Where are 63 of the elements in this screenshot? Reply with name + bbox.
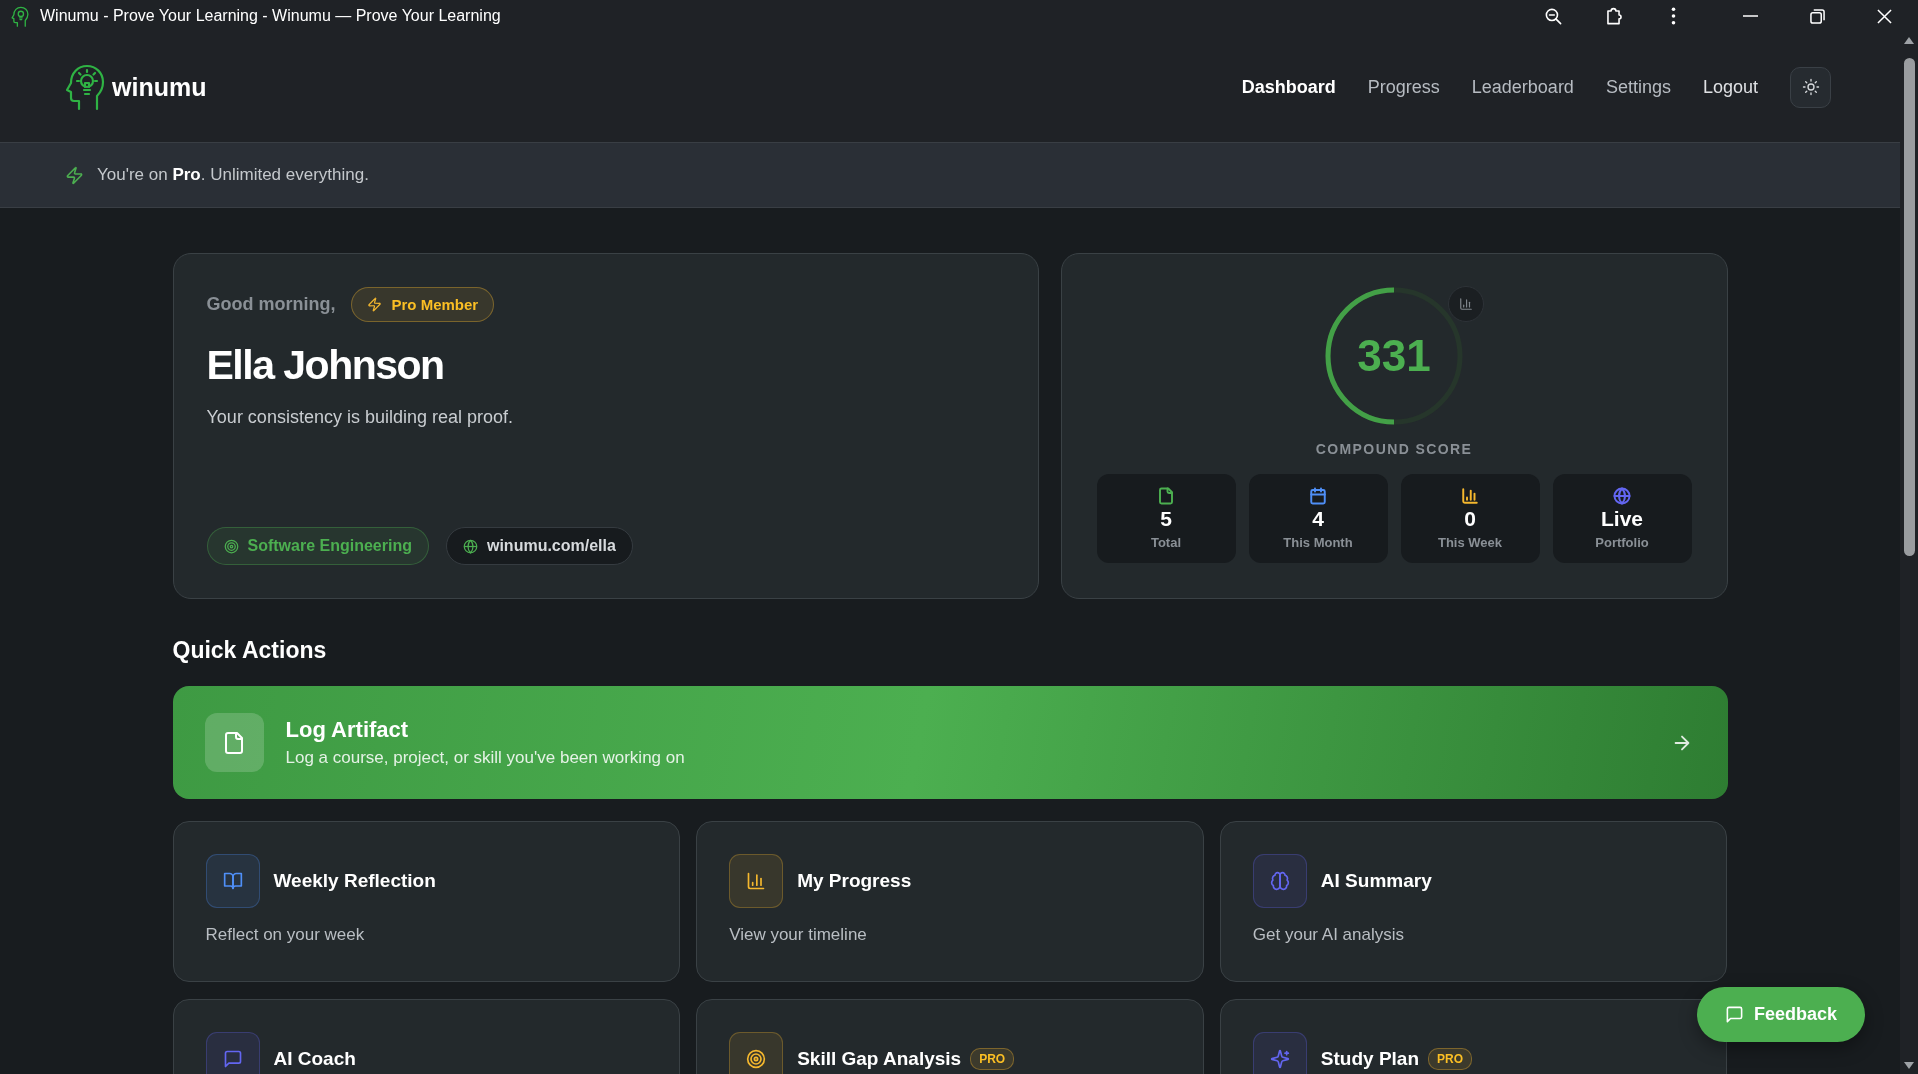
stat-value: 5 <box>1160 507 1172 532</box>
nav-link[interactable]: Dashboard <box>1241 76 1336 98</box>
window-title: Winumu - Prove Your Learning - Winumu — Prove Your Learning <box>40 7 501 25</box>
score-label: COMPOUND SCORE <box>1315 441 1473 457</box>
tagline-text: Your consistency is building real proof. <box>206 407 513 428</box>
stat-label: Total <box>1150 535 1182 551</box>
card-title: AI Coach <box>273 1048 356 1070</box>
pro-badge: PRO <box>1428 1048 1473 1070</box>
card-description: View your timeline <box>729 925 867 945</box>
chart-button[interactable] <box>1448 286 1484 322</box>
action-card[interactable]: Weekly Reflection Reflect on your week <box>172 821 681 982</box>
scroll-up-arrow-icon[interactable] <box>1904 37 1914 44</box>
action-card[interactable]: Skill Gap Analysis PRO <box>696 999 1204 1074</box>
head-bulb-logo-icon[interactable] <box>65 63 105 111</box>
action-card[interactable]: My Progress View your timeline <box>696 821 1204 982</box>
membership-label: Pro Member <box>391 296 479 313</box>
action-card[interactable]: AI Coach <box>172 999 681 1074</box>
card-title: AI Summary <box>1320 870 1432 892</box>
card-title: Study Plan <box>1320 1048 1419 1070</box>
stat-value: 0 <box>1464 507 1476 532</box>
stat-value: 4 <box>1312 507 1324 532</box>
portfolio-link[interactable]: winumu.com/ella <box>445 527 633 565</box>
user-name: Ella Johnson <box>206 342 444 389</box>
card-title: My Progress <box>797 870 912 892</box>
plan-message: You're on Pro. Unlimited everything. <box>97 165 369 185</box>
zoom-out-icon[interactable] <box>1543 6 1563 26</box>
target-icon <box>223 538 239 554</box>
dots-menu-icon[interactable] <box>1670 7 1676 25</box>
nav-link[interactable]: Leaderboard <box>1471 76 1574 98</box>
favicon-icon <box>11 5 29 27</box>
score-value: 331 <box>1357 334 1431 378</box>
lightning-icon <box>65 165 84 185</box>
card-description: Log a course, project, or skill you've been working on <box>285 748 685 768</box>
action-card[interactable]: AI Summary Get your AI analysis <box>1219 821 1728 982</box>
close-icon[interactable] <box>1877 8 1892 24</box>
field-tag-label: Software Engineering <box>247 537 412 555</box>
greeting-text: Good morning, <box>206 294 336 315</box>
stat-label: Portfolio <box>1595 535 1649 551</box>
card-title: Skill Gap Analysis <box>797 1048 962 1070</box>
theme-toggle-button[interactable] <box>1790 66 1831 108</box>
sun-icon <box>1801 78 1820 96</box>
nav-link[interactable]: Settings <box>1605 76 1671 98</box>
pro-badge: PRO <box>970 1048 1015 1070</box>
restore-icon[interactable] <box>1810 8 1825 24</box>
logout-button[interactable]: Logout <box>1702 76 1758 98</box>
nav-link[interactable]: Progress <box>1367 76 1440 98</box>
stat-label: This Month <box>1283 535 1353 551</box>
chat-bubble-icon <box>1724 1005 1744 1024</box>
stat-value: Live <box>1601 507 1643 532</box>
lightning-icon <box>367 297 383 312</box>
file-icon <box>204 713 264 772</box>
brand-name[interactable]: winumu <box>112 72 207 102</box>
action-card[interactable]: Study Plan PRO <box>1219 999 1728 1074</box>
card-title: Weekly Reflection <box>273 870 436 892</box>
card-description: Get your AI analysis <box>1252 925 1404 945</box>
stat-label: This Week <box>1437 535 1503 551</box>
card-title: Log Artifact <box>285 717 409 743</box>
card-description: Reflect on your week <box>205 925 365 945</box>
section-heading: Quick Actions <box>172 636 327 664</box>
bar-chart-icon <box>1459 297 1473 311</box>
scroll-down-arrow-icon[interactable] <box>1904 1062 1914 1069</box>
scrollbar-thumb[interactable] <box>1903 58 1915 556</box>
globe-icon <box>462 538 478 554</box>
